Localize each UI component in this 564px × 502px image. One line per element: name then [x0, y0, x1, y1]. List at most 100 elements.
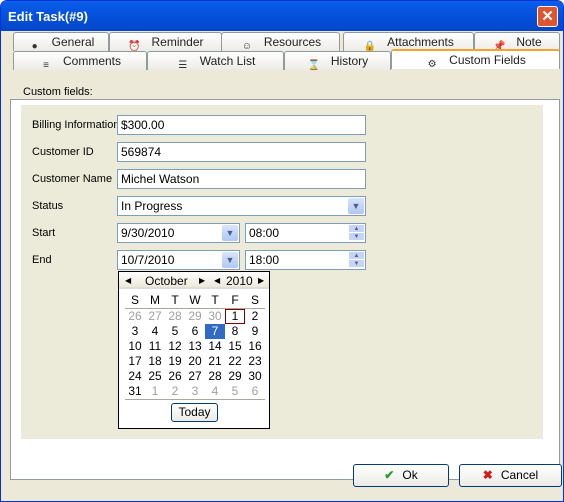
- history-icon: ⌛: [307, 60, 321, 71]
- calendar-day[interactable]: 22: [225, 354, 245, 369]
- calendar-day[interactable]: 6: [245, 384, 265, 399]
- calendar-day[interactable]: 28: [165, 309, 185, 324]
- calendar-day[interactable]: 30: [245, 369, 265, 384]
- start-date-value: 9/30/2010: [121, 226, 175, 240]
- calendar-day[interactable]: 13: [185, 339, 205, 354]
- edit-task-window: Edit Task(#9) ✕ ● General ⏰ Reminder ☺ Resour…: [0, 0, 564, 502]
- customer-name-value: Michel Watson: [121, 172, 200, 186]
- next-month-button[interactable]: ▶: [199, 276, 205, 285]
- cancel-button[interactable]: ✖ Cancel: [459, 464, 562, 487]
- next-year-button[interactable]: ▶: [258, 276, 264, 285]
- end-time-value: 18:00: [249, 253, 280, 267]
- calendar-day[interactable]: 26: [165, 369, 185, 384]
- calendar-day[interactable]: 3: [185, 384, 205, 399]
- customer-id-value: 569874: [121, 145, 162, 159]
- customer-id-label: Customer ID: [32, 146, 94, 158]
- calendar-header: ◀ October ▶ ◀ 2010 ▶: [119, 272, 269, 289]
- weekday-header: SMTWTFS: [125, 293, 265, 309]
- start-time-input[interactable]: 08:00 ▲ ▼: [245, 223, 366, 243]
- spin-down-icon[interactable]: ▼: [349, 260, 364, 268]
- calendar-day[interactable]: 2: [165, 384, 185, 399]
- billing-label: Billing Information: [32, 119, 120, 131]
- ok-button[interactable]: ✔ Ok: [353, 464, 449, 487]
- billing-value: $300.00: [121, 118, 165, 132]
- billing-input[interactable]: $300.00: [117, 115, 366, 135]
- time-spinner[interactable]: ▲ ▼: [349, 225, 364, 241]
- calendar-day[interactable]: 29: [225, 369, 245, 384]
- chevron-down-icon[interactable]: ▼: [222, 252, 238, 268]
- calendar-day[interactable]: 19: [165, 354, 185, 369]
- tab-reminder[interactable]: ⏰ Reminder: [109, 32, 222, 52]
- calendar-day[interactable]: 5: [165, 324, 185, 339]
- calendar-day[interactable]: 27: [145, 309, 165, 324]
- end-date-picker[interactable]: 10/7/2010 ▼: [117, 250, 240, 270]
- time-spinner[interactable]: ▲ ▼: [349, 252, 364, 268]
- ok-label: Ok: [402, 468, 418, 482]
- calendar-day[interactable]: 29: [185, 309, 205, 324]
- calendar-day[interactable]: 27: [185, 369, 205, 384]
- tab-watch-list[interactable]: ☰ Watch List: [147, 51, 284, 71]
- end-time-input[interactable]: 18:00 ▲ ▼: [245, 250, 366, 270]
- calendar-day[interactable]: 3: [125, 324, 145, 339]
- end-label: End: [32, 254, 52, 266]
- calendar-day[interactable]: 25: [145, 369, 165, 384]
- chevron-down-icon[interactable]: ▼: [222, 225, 238, 241]
- calendar-day[interactable]: 18: [145, 354, 165, 369]
- tab-comments[interactable]: ≡ Comments: [13, 51, 147, 71]
- calendar-day[interactable]: 1: [225, 309, 245, 324]
- spin-up-icon[interactable]: ▲: [349, 225, 364, 233]
- calendar-day[interactable]: 8: [225, 324, 245, 339]
- weekday-label: S: [130, 293, 139, 307]
- calendar-day[interactable]: 30: [205, 309, 225, 324]
- calendar-day[interactable]: 2: [245, 309, 265, 324]
- window-title: Edit Task(#9): [8, 9, 88, 24]
- calendar-day[interactable]: 15: [225, 339, 245, 354]
- calendar-day[interactable]: 31: [125, 384, 145, 399]
- calendar-day[interactable]: 24: [125, 369, 145, 384]
- spin-down-icon[interactable]: ▼: [349, 233, 364, 241]
- customer-id-input[interactable]: 569874: [117, 142, 366, 162]
- calendar-day[interactable]: 23: [245, 354, 265, 369]
- calendar-day[interactable]: 17: [125, 354, 145, 369]
- prev-month-button[interactable]: ◀: [125, 276, 131, 285]
- calendar-day[interactable]: 26: [125, 309, 145, 324]
- customer-name-input[interactable]: Michel Watson: [117, 169, 366, 189]
- tab-label: Attachments: [387, 35, 454, 49]
- spin-up-icon[interactable]: ▲: [349, 252, 364, 260]
- calendar-day[interactable]: 12: [165, 339, 185, 354]
- tab-history[interactable]: ⌛ History: [284, 51, 391, 71]
- calendar-day[interactable]: 7: [205, 324, 225, 339]
- prev-year-button[interactable]: ◀: [214, 276, 220, 285]
- calendar-day[interactable]: 4: [145, 324, 165, 339]
- calendar-day[interactable]: 5: [225, 384, 245, 399]
- calendar-day[interactable]: 21: [205, 354, 225, 369]
- calendar-day[interactable]: 28: [205, 369, 225, 384]
- tab-general[interactable]: ● General: [13, 32, 109, 52]
- today-button[interactable]: Today: [171, 403, 218, 422]
- calendar-day[interactable]: 6: [185, 324, 205, 339]
- calendar-dropdown: ◀ October ▶ ◀ 2010 ▶ SMTWTFS 26 27 28 29 30 1…: [118, 271, 270, 429]
- tab-label: Resources: [263, 35, 322, 49]
- weekday-label: S: [250, 293, 259, 307]
- chevron-down-icon[interactable]: ▼: [348, 198, 364, 214]
- tab-custom-fields[interactable]: ⚙ Custom Fields: [391, 49, 560, 70]
- tab-resources[interactable]: ☺ Resources: [221, 32, 340, 52]
- customer-name-label: Customer Name: [32, 173, 113, 185]
- custom-fields-label: Custom fields:: [23, 86, 93, 98]
- calendar-day[interactable]: 20: [185, 354, 205, 369]
- tab-label: Note: [516, 35, 542, 49]
- calendar-day[interactable]: 14: [205, 339, 225, 354]
- start-time-value: 08:00: [249, 226, 280, 240]
- status-select[interactable]: In Progress ▼: [117, 196, 366, 216]
- calendar-day[interactable]: 10: [125, 339, 145, 354]
- calendar-day[interactable]: 4: [205, 384, 225, 399]
- calendar-day[interactable]: 11: [145, 339, 165, 354]
- tab-label: Watch List: [199, 54, 256, 68]
- weekday-label: M: [150, 293, 160, 307]
- calendar-day[interactable]: 1: [145, 384, 165, 399]
- calendar-day[interactable]: 16: [245, 339, 265, 354]
- start-label: Start: [32, 227, 56, 239]
- calendar-day[interactable]: 9: [245, 324, 265, 339]
- start-date-picker[interactable]: 9/30/2010 ▼: [117, 223, 240, 243]
- close-button[interactable]: ✕: [537, 6, 558, 27]
